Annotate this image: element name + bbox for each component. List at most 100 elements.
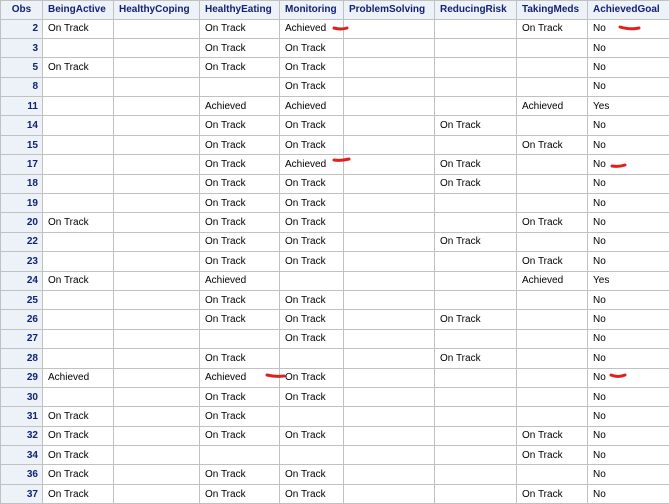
cell-healthycoping xyxy=(114,58,200,77)
cell-achievedgoal: No xyxy=(588,174,669,193)
cell-healthyeating: On Track xyxy=(200,135,280,154)
obs-cell: 3 xyxy=(1,38,43,57)
cell-problemsolving xyxy=(344,387,435,406)
cell-healthyeating: On Track xyxy=(200,310,280,329)
cell-problemsolving xyxy=(344,135,435,154)
cell-reducingrisk: On Track xyxy=(435,310,517,329)
obs-cell: 20 xyxy=(1,213,43,232)
cell-takingmeds xyxy=(517,58,588,77)
cell-monitoring: On Track xyxy=(280,58,344,77)
cell-healthyeating: On Track xyxy=(200,116,280,135)
cell-healthyeating xyxy=(200,329,280,348)
cell-problemsolving xyxy=(344,194,435,213)
cell-problemsolving xyxy=(344,368,435,387)
cell-takingmeds xyxy=(517,349,588,368)
cell-beingactive xyxy=(43,97,114,116)
cell-achievedgoal: No xyxy=(588,194,669,213)
obs-cell: 15 xyxy=(1,135,43,154)
cell-monitoring: On Track xyxy=(280,426,344,445)
cell-problemsolving xyxy=(344,465,435,484)
table-row: 22On TrackOn TrackOn TrackNo xyxy=(1,232,669,251)
obs-cell: 31 xyxy=(1,407,43,426)
obs-cell: 17 xyxy=(1,155,43,174)
table-row: 31On TrackOn TrackNo xyxy=(1,407,669,426)
cell-takingmeds: On Track xyxy=(517,426,588,445)
cell-healthycoping xyxy=(114,252,200,271)
obs-cell: 2 xyxy=(1,19,43,38)
table-row: 19On TrackOn TrackNo xyxy=(1,194,669,213)
cell-beingactive: On Track xyxy=(43,19,114,38)
table-row: 15On TrackOn TrackOn TrackNo xyxy=(1,135,669,154)
cell-achievedgoal: No xyxy=(588,446,669,465)
cell-monitoring xyxy=(280,271,344,290)
column-header-problemsolving: ProblemSolving xyxy=(344,1,435,20)
obs-cell: 14 xyxy=(1,116,43,135)
cell-problemsolving xyxy=(344,19,435,38)
cell-takingmeds xyxy=(517,232,588,251)
obs-cell: 24 xyxy=(1,271,43,290)
cell-healthycoping xyxy=(114,271,200,290)
cell-takingmeds: On Track xyxy=(517,446,588,465)
cell-reducingrisk xyxy=(435,135,517,154)
cell-healthyeating: On Track xyxy=(200,213,280,232)
cell-monitoring: On Track xyxy=(280,329,344,348)
cell-reducingrisk xyxy=(435,446,517,465)
cell-healthyeating: On Track xyxy=(200,252,280,271)
cell-reducingrisk: On Track xyxy=(435,349,517,368)
cell-monitoring: Achieved xyxy=(280,97,344,116)
cell-healthyeating: On Track xyxy=(200,174,280,193)
cell-beingactive xyxy=(43,252,114,271)
cell-problemsolving xyxy=(344,271,435,290)
cell-beingactive: On Track xyxy=(43,465,114,484)
cell-reducingrisk: On Track xyxy=(435,232,517,251)
cell-healthyeating: On Track xyxy=(200,19,280,38)
cell-monitoring: Achieved xyxy=(280,155,344,174)
cell-healthycoping xyxy=(114,349,200,368)
cell-reducingrisk: On Track xyxy=(435,116,517,135)
cell-reducingrisk xyxy=(435,19,517,38)
cell-problemsolving xyxy=(344,407,435,426)
cell-healthycoping xyxy=(114,465,200,484)
cell-takingmeds: Achieved xyxy=(517,97,588,116)
cell-achievedgoal: No xyxy=(588,155,669,174)
cell-beingactive: On Track xyxy=(43,407,114,426)
obs-cell: 27 xyxy=(1,329,43,348)
cell-healthycoping xyxy=(114,77,200,96)
cell-achievedgoal: No xyxy=(588,290,669,309)
cell-beingactive xyxy=(43,349,114,368)
cell-healthyeating: On Track xyxy=(200,426,280,445)
cell-problemsolving xyxy=(344,349,435,368)
cell-monitoring: On Track xyxy=(280,135,344,154)
cell-monitoring xyxy=(280,407,344,426)
cell-problemsolving xyxy=(344,329,435,348)
cell-problemsolving xyxy=(344,58,435,77)
obs-cell: 8 xyxy=(1,77,43,96)
cell-beingactive xyxy=(43,116,114,135)
cell-achievedgoal: No xyxy=(588,232,669,251)
cell-monitoring: On Track xyxy=(280,174,344,193)
cell-beingactive xyxy=(43,232,114,251)
cell-takingmeds: On Track xyxy=(517,252,588,271)
cell-healthyeating: On Track xyxy=(200,194,280,213)
cell-monitoring: On Track xyxy=(280,38,344,57)
cell-beingactive: On Track xyxy=(43,213,114,232)
cell-reducingrisk xyxy=(435,465,517,484)
table-row: 32On TrackOn TrackOn TrackOn TrackNo xyxy=(1,426,669,445)
cell-problemsolving xyxy=(344,174,435,193)
column-header-healthycoping: HealthyCoping xyxy=(114,1,200,20)
data-table: ObsBeingActiveHealthyCopingHealthyEating… xyxy=(0,0,669,504)
cell-healthycoping xyxy=(114,290,200,309)
cell-takingmeds xyxy=(517,290,588,309)
cell-takingmeds xyxy=(517,310,588,329)
cell-beingactive: On Track xyxy=(43,271,114,290)
cell-achievedgoal: No xyxy=(588,19,669,38)
table-row: 24On TrackAchievedAchievedYes xyxy=(1,271,669,290)
cell-healthyeating: On Track xyxy=(200,155,280,174)
cell-takingmeds: On Track xyxy=(517,213,588,232)
cell-healthycoping xyxy=(114,97,200,116)
obs-cell: 34 xyxy=(1,446,43,465)
cell-achievedgoal: No xyxy=(588,252,669,271)
cell-achievedgoal: No xyxy=(588,58,669,77)
cell-takingmeds xyxy=(517,329,588,348)
cell-monitoring: On Track xyxy=(280,387,344,406)
